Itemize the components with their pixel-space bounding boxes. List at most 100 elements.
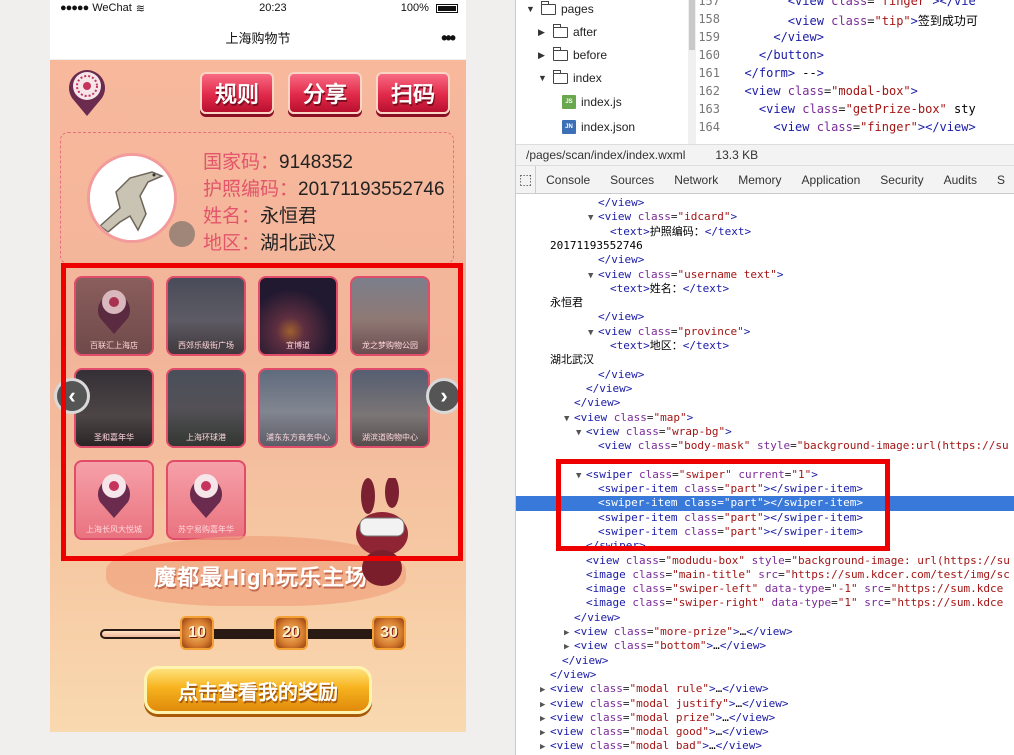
milestone-20-badge[interactable]: 20 [274, 616, 308, 650]
dom-node[interactable]: </view> [516, 310, 1014, 324]
tab-overflow[interactable]: S [987, 166, 1014, 194]
tab-console[interactable]: Console [536, 166, 600, 194]
dom-node[interactable]: 永恒君 [516, 296, 1014, 310]
tab-sources[interactable]: Sources [600, 166, 664, 194]
dom-node[interactable]: </view> [516, 611, 1014, 625]
dom-node[interactable]: <image class="main-title" src="https://s… [516, 568, 1014, 582]
expand-node-icon[interactable]: ▶ [564, 640, 574, 654]
collapse-node-icon[interactable]: ▼ [588, 326, 598, 340]
expand-node-icon[interactable]: ▶ [540, 726, 550, 740]
tab-memory[interactable]: Memory [728, 166, 791, 194]
dom-node[interactable]: </view> [516, 396, 1014, 410]
code-line[interactable]: 159 </view> [696, 30, 824, 48]
dom-node[interactable]: 湖北武汉 [516, 353, 1014, 367]
dom-node[interactable]: ▶ <view class="modal bad">…</view> [516, 739, 1014, 753]
dom-node[interactable]: ▶ <view class="modal justify">…</view> [516, 697, 1014, 711]
avatar[interactable] [87, 153, 177, 243]
mall-tile[interactable]: 上海长风大悦城 [74, 460, 154, 540]
expand-node-icon[interactable]: ▶ [540, 740, 550, 754]
dom-node[interactable]: <text>护照编码：</text> [516, 225, 1014, 239]
dom-node[interactable]: ▼ <view class="province"> [516, 325, 1014, 339]
mall-tile[interactable]: 上海环球港 [166, 368, 246, 448]
tree-folder-pages[interactable]: ▼ pages [526, 0, 594, 16]
tree-file-index-json[interactable]: JN index.json [562, 120, 635, 134]
dom-node[interactable]: </view> [516, 668, 1014, 682]
tab-application[interactable]: Application [792, 166, 871, 194]
code-line[interactable]: 158 <view class="tip">签到成功可 [696, 12, 978, 30]
dom-node[interactable]: ▶ <view class="modal prize">…</view> [516, 711, 1014, 725]
code-line[interactable]: 163 <view class="getPrize-box" sty [696, 102, 975, 120]
scan-button[interactable]: 扫码 [376, 72, 450, 114]
mall-tile[interactable]: 西郊乐级街广场 [166, 276, 246, 356]
dom-node[interactable]: ▼ <view class="map"> [516, 411, 1014, 425]
code-line[interactable]: 162 <view class="modal-box"> [696, 84, 918, 102]
dom-node[interactable]: <swiper-item class="part"></swiper-item> [516, 482, 1014, 496]
expand-node-icon[interactable]: ▶ [540, 712, 550, 726]
expand-node-icon[interactable]: ▶ [564, 626, 574, 640]
dom-node[interactable]: ▼ <swiper class="swiper" current="1"> [516, 468, 1014, 482]
dom-node[interactable]: <image class="swiper-left" data-type="-1… [516, 582, 1014, 596]
milestone-30-badge[interactable]: 30 [372, 616, 406, 650]
rules-button[interactable]: 规则 [200, 72, 274, 114]
dom-node[interactable]: </view> [516, 654, 1014, 668]
mall-tile[interactable]: 浦东东方商务中心 [258, 368, 338, 448]
wxml-dom-tree[interactable]: </view> ▼ <view class="idcard"> <text>护照编码：… [516, 194, 1014, 755]
dom-node[interactable]: ▶ <view class="bottom">…</view> [516, 639, 1014, 653]
code-line[interactable]: 160 </button> [696, 48, 824, 66]
dom-node[interactable]: </view> [516, 382, 1014, 396]
tree-folder-after[interactable]: ▶ after [538, 23, 597, 39]
code-line[interactable]: 161 </form> --> [696, 66, 824, 84]
dom-node[interactable] [516, 453, 1014, 467]
mall-tile[interactable]: 宜博道 [258, 276, 338, 356]
dom-node[interactable]: <view class="body-mask" style="backgroun… [516, 439, 1014, 453]
dom-node[interactable]: <text>地区：</text> [516, 339, 1014, 353]
mall-tile[interactable]: 圣和嘉年华 [74, 368, 154, 448]
collapse-node-icon[interactable]: ▼ [576, 469, 586, 483]
tab-network[interactable]: Network [664, 166, 728, 194]
mall-tile[interactable]: 湖滨道购物中心 [350, 368, 430, 448]
dom-node[interactable]: ▼ <view class="username text"> [516, 268, 1014, 282]
expand-node-icon[interactable]: ▶ [540, 698, 550, 712]
dom-node[interactable]: </view> [516, 196, 1014, 210]
tree-folder-index[interactable]: ▼ index [538, 69, 602, 85]
dom-node[interactable]: ▶ <view class="modal good">…</view> [516, 725, 1014, 739]
dom-node[interactable]: </view> [516, 253, 1014, 267]
share-button[interactable]: 分享 [288, 72, 362, 114]
dom-node[interactable]: </view> [516, 368, 1014, 382]
dom-node[interactable]: 20171193552746 [516, 239, 1014, 253]
dom-node[interactable]: <view class="modudu-box" style="backgrou… [516, 554, 1014, 568]
avatar-edit-dot[interactable] [169, 221, 195, 247]
code-editor[interactable]: 157 <view class="finger"></vie 158 <view … [696, 0, 1014, 144]
more-menu-icon[interactable]: ••• [441, 28, 456, 49]
dom-node[interactable]: ▼ <view class="idcard"> [516, 210, 1014, 224]
tree-file-index-js[interactable]: JS index.js [562, 95, 622, 109]
swiper-left-arrow[interactable]: ‹ [54, 378, 90, 414]
mall-tile[interactable]: 百联汇上海店 [74, 276, 154, 356]
dom-node[interactable]: <text>姓名：</text> [516, 282, 1014, 296]
dom-node[interactable]: <swiper-item class="part"></swiper-item> [516, 525, 1014, 539]
tab-security[interactable]: Security [870, 166, 933, 194]
dom-node-selected[interactable]: <swiper-item class="part"></swiper-item> [516, 496, 1014, 511]
inspect-element-icon[interactable]: ⬚ [516, 165, 537, 194]
view-rewards-button[interactable]: 点击查看我的奖励 [144, 666, 372, 714]
milestone-10-badge[interactable]: 10 [180, 616, 214, 650]
tree-folder-before[interactable]: ▶ before [538, 46, 607, 62]
code-line[interactable]: 157 <view class="finger"></vie [696, 0, 975, 12]
dom-node[interactable]: ▼ <view class="wrap-bg"> [516, 425, 1014, 439]
file-tree-scroll-thumb[interactable] [689, 0, 695, 50]
dom-node[interactable]: ▶ <view class="more-prize">…</view> [516, 625, 1014, 639]
swiper-right-arrow[interactable]: › [426, 378, 462, 414]
dom-node[interactable]: </swiper> [516, 539, 1014, 553]
mall-tile[interactable]: 苏宁易购嘉年华 [166, 460, 246, 540]
dom-node[interactable]: <swiper-item class="part"></swiper-item> [516, 511, 1014, 525]
tab-audits[interactable]: Audits [934, 166, 987, 194]
dom-node[interactable]: ▶ <view class="modal rule">…</view> [516, 682, 1014, 696]
collapse-node-icon[interactable]: ▼ [588, 269, 598, 283]
dom-node[interactable]: <image class="swiper-right" data-type="1… [516, 596, 1014, 610]
expand-node-icon[interactable]: ▶ [540, 683, 550, 697]
collapse-node-icon[interactable]: ▼ [564, 412, 574, 426]
collapse-node-icon[interactable]: ▼ [588, 211, 598, 225]
code-line[interactable]: 164 <view class="finger"></view> [696, 120, 975, 138]
mall-tile[interactable]: 龙之梦购物公园 [350, 276, 430, 356]
collapse-node-icon[interactable]: ▼ [576, 426, 586, 440]
